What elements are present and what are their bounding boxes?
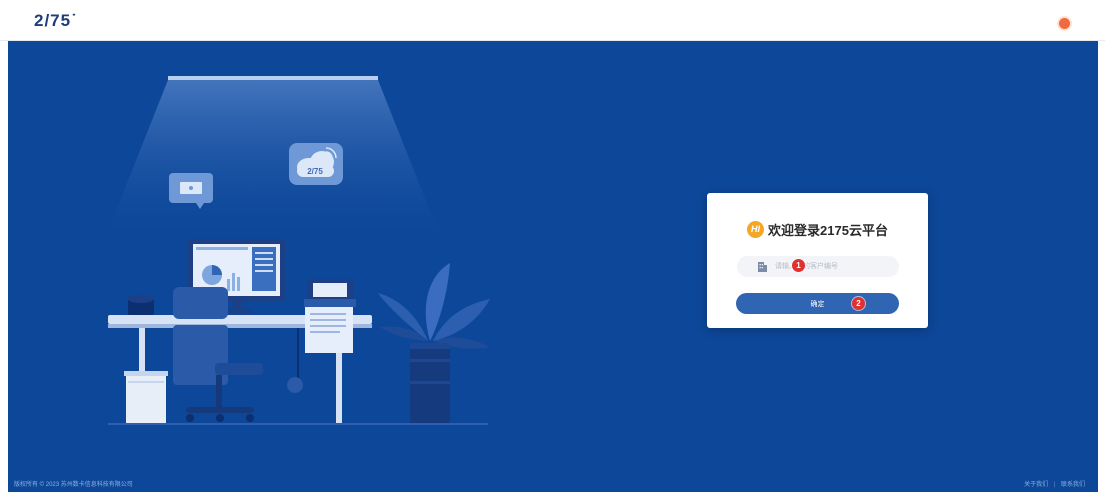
chair-illustration bbox=[173, 287, 263, 422]
step-marker-1: 1 bbox=[792, 259, 805, 272]
login-card: HI欢迎登录2175云平台 1 确定 2 bbox=[707, 193, 928, 328]
login-hero: 2/75 版权所有 © 2023 苏州数卡信息科技有限公司 关于我们 | 联系我… bbox=[8, 41, 1098, 492]
about-us-link[interactable]: 关于我们 bbox=[1024, 482, 1048, 488]
hi-badge-icon: HI bbox=[747, 221, 765, 238]
printer-illustration bbox=[304, 279, 356, 353]
ceiling-lamp bbox=[168, 76, 378, 80]
login-title-row: HI 欢迎登录2175云平台 bbox=[707, 220, 928, 239]
customer-number-field[interactable] bbox=[737, 256, 899, 277]
cloud-wifi-icon: 2/75 bbox=[289, 143, 343, 185]
plant-illustration bbox=[378, 263, 490, 423]
office-illustration: 2/75 bbox=[108, 76, 490, 425]
contact-us-link[interactable]: 联系我们 bbox=[1061, 482, 1085, 488]
brand-logo[interactable]: 2/75˙ bbox=[34, 11, 78, 31]
login-title: 欢迎登录2175云平台 bbox=[768, 223, 888, 238]
top-bar: 2/75˙ bbox=[0, 0, 1105, 41]
step-marker-2: 2 bbox=[852, 297, 865, 310]
user-avatar[interactable] bbox=[1059, 18, 1070, 29]
trash-bin-illustration bbox=[124, 371, 168, 423]
building-icon bbox=[758, 262, 767, 272]
light-beam bbox=[108, 80, 438, 231]
confirm-button[interactable]: 确定 bbox=[736, 293, 899, 314]
copyright-text: 版权所有 © 2023 苏州数卡信息科技有限公司 bbox=[14, 482, 133, 488]
cloud-badge-text: 2/75 bbox=[307, 167, 323, 176]
footer-links: 关于我们 | 联系我们 bbox=[1024, 479, 1085, 488]
footer-separator: | bbox=[1053, 482, 1056, 488]
